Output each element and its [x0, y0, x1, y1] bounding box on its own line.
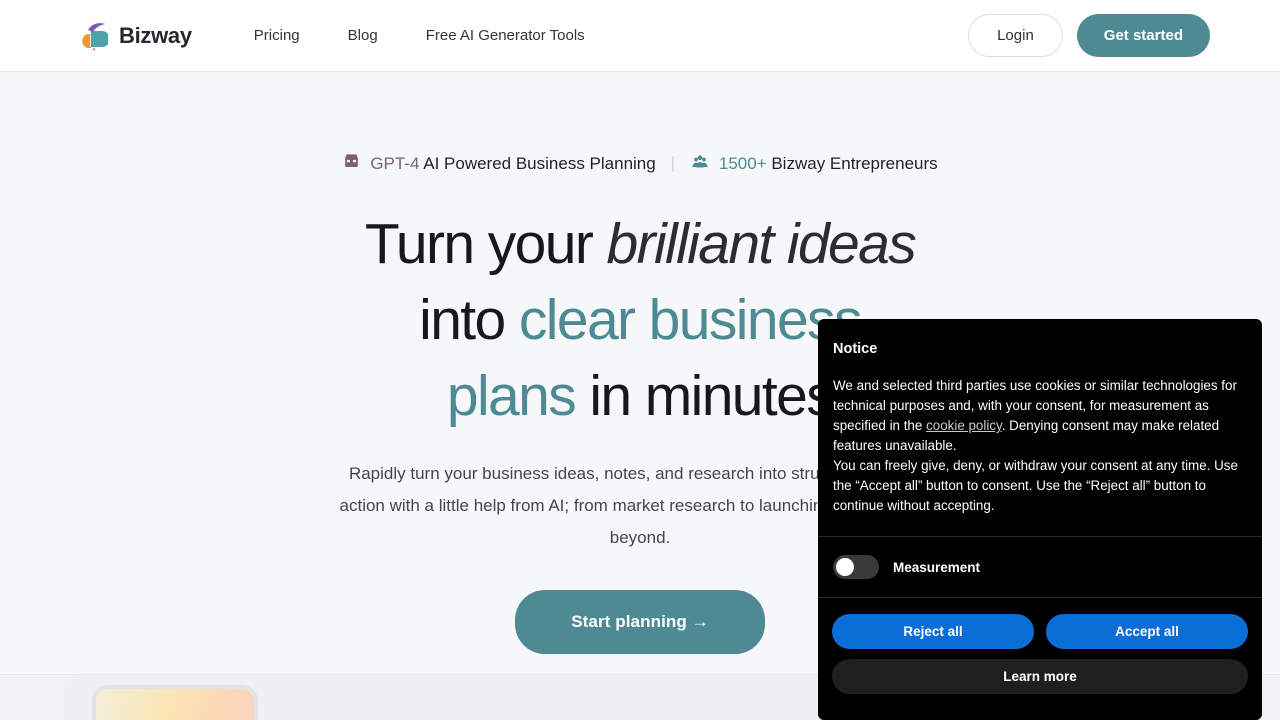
headline-l3-teal: plans [446, 364, 577, 428]
headline-l2-plain: into [419, 288, 519, 352]
bizway-logo-icon [82, 21, 110, 51]
eyebrow-gpt4-accent: GPT-4 [370, 154, 420, 173]
hero-eyebrow: GPT-4 AI Powered Business Planning | 150… [0, 152, 1280, 176]
learn-more-button[interactable]: Learn more [832, 659, 1248, 694]
store-icon [342, 152, 361, 176]
reject-all-button[interactable]: Reject all [832, 614, 1034, 649]
eyebrow-entrepreneurs-text: 1500+ Bizway Entrepreneurs [719, 154, 938, 174]
cookie-policy-link[interactable]: cookie policy [926, 418, 1002, 433]
headline-line-2: into clear business [419, 288, 863, 352]
headline-line-3: plans in minutes [446, 364, 835, 428]
accept-all-button[interactable]: Accept all [1046, 614, 1248, 649]
top-navbar: Bizway Pricing Blog Free AI Generator To… [0, 0, 1280, 72]
cookie-notice-dialog: Notice We and selected third parties use… [818, 319, 1262, 720]
eyebrow-separator: | [670, 155, 675, 172]
eyebrow-entrepreneurs-rest: Bizway Entrepreneurs [766, 154, 938, 173]
headline-l1-plain: Turn your [364, 212, 607, 276]
cookie-notice-paragraph-1: We and selected third parties use cookie… [833, 376, 1247, 456]
eyebrow-badge-gpt4: GPT-4 AI Powered Business Planning [342, 152, 656, 176]
cookie-notice-actions: Reject all Accept all Learn more [832, 598, 1248, 694]
eyebrow-gpt4-text: GPT-4 AI Powered Business Planning [370, 154, 655, 174]
brand-logo-link[interactable]: Bizway [82, 21, 192, 51]
nav-actions: Login Get started [968, 14, 1210, 57]
nav-link-free-ai-generator-tools[interactable]: Free AI Generator Tools [426, 27, 585, 44]
eyebrow-badge-entrepreneurs: 1500+ Bizway Entrepreneurs [690, 152, 938, 176]
headline-l2-teal: clear business [518, 288, 863, 352]
measurement-preference-row: Measurement [832, 537, 1248, 597]
login-button[interactable]: Login [968, 14, 1063, 57]
nav-links: Pricing Blog Free AI Generator Tools [254, 27, 585, 44]
nav-link-blog[interactable]: Blog [348, 27, 378, 44]
cookie-notice-title: Notice [833, 341, 878, 357]
cookie-notice-body: We and selected third parties use cookie… [832, 376, 1248, 516]
measurement-toggle-label: Measurement [893, 559, 981, 575]
nav-link-pricing[interactable]: Pricing [254, 27, 300, 44]
headline-l3-plain: in minutes [575, 364, 834, 428]
cookie-notice-primary-buttons: Reject all Accept all [832, 614, 1248, 649]
measurement-toggle[interactable] [833, 555, 879, 579]
headline-line-1: Turn your brilliant ideas [364, 212, 917, 276]
cookie-notice-paragraph-2: You can freely give, deny, or withdraw y… [833, 458, 1238, 513]
eyebrow-count-accent: 1500+ [718, 154, 767, 173]
start-planning-button[interactable]: Start planning → [515, 590, 765, 654]
measurement-toggle-knob [836, 558, 854, 576]
eyebrow-gpt4-rest: AI Powered Business Planning [419, 154, 656, 173]
headline-l1-italic: brilliant ideas [606, 212, 916, 276]
product-preview-card [96, 689, 254, 720]
get-started-button[interactable]: Get started [1076, 14, 1210, 57]
people-group-icon [690, 152, 710, 176]
brand-name: Bizway [119, 22, 192, 48]
